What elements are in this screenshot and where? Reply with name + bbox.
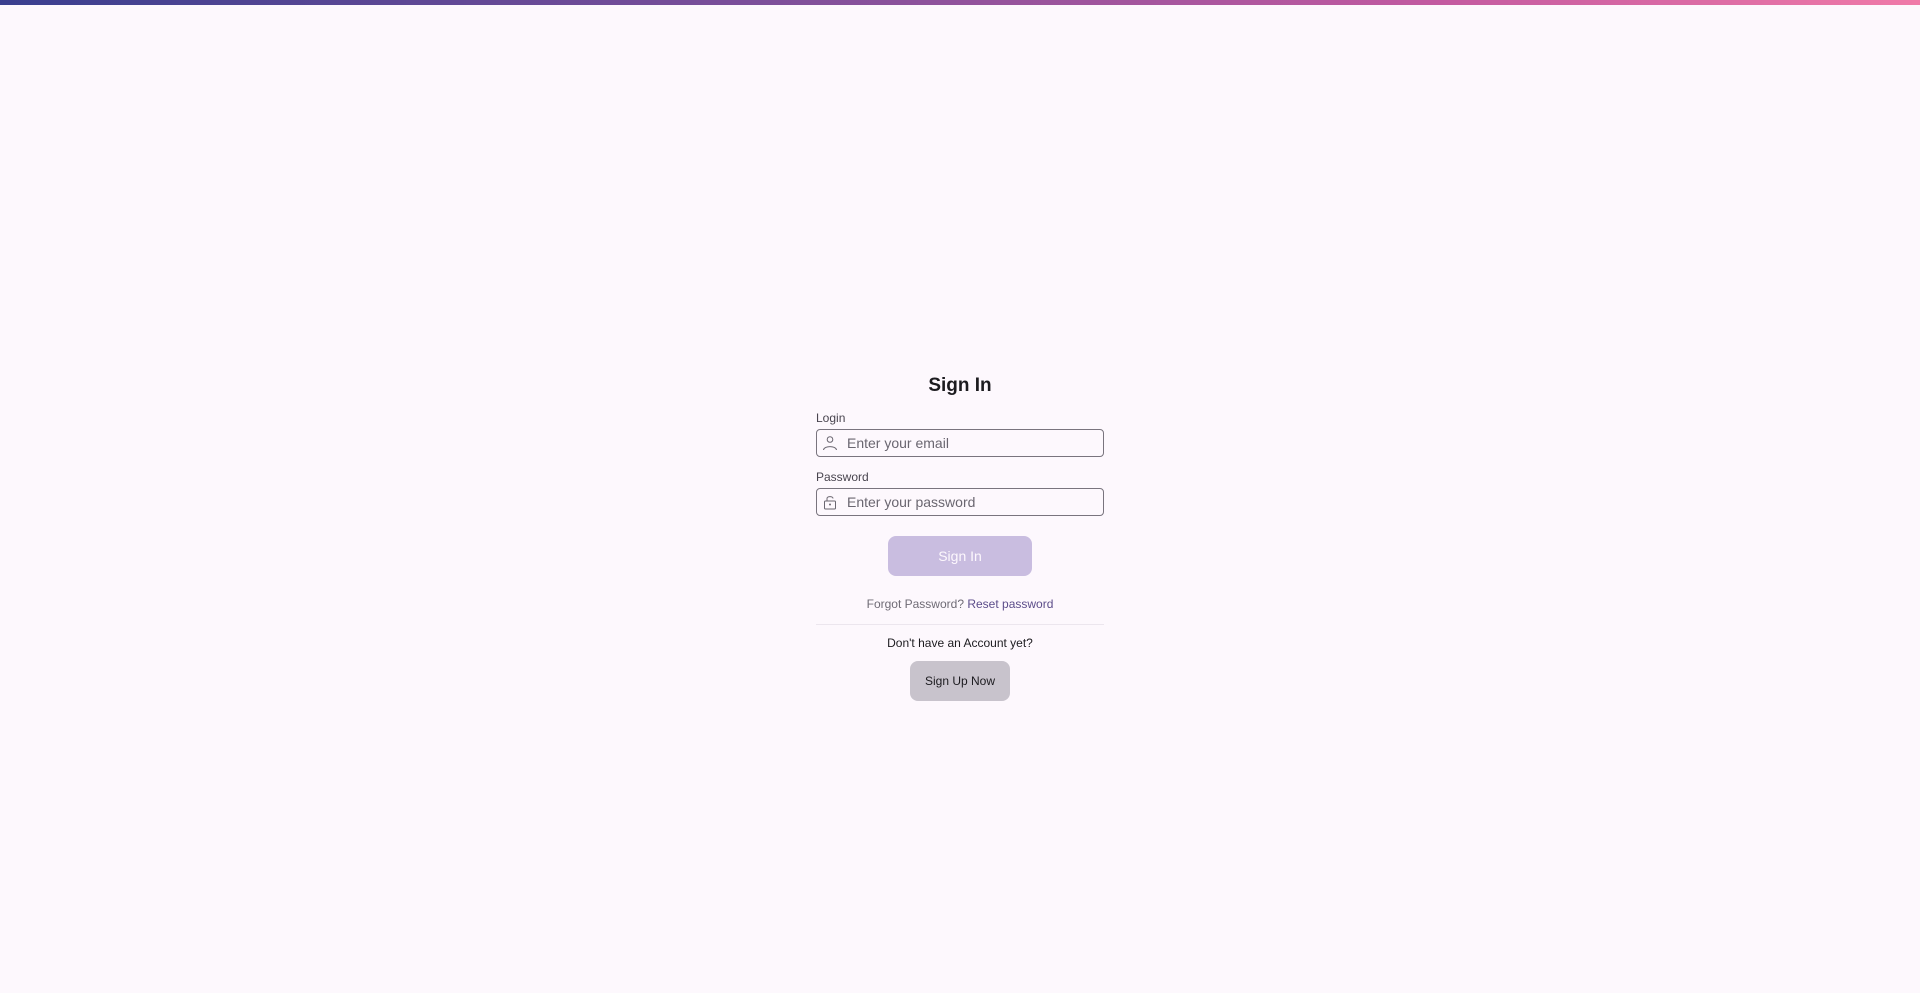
password-input-wrapper[interactable] bbox=[816, 488, 1104, 516]
sign-up-button[interactable]: Sign Up Now bbox=[910, 661, 1010, 701]
reset-password-link[interactable]: Reset password bbox=[967, 597, 1053, 611]
no-account-prompt: Don't have an Account yet? bbox=[887, 636, 1033, 650]
login-label: Login bbox=[816, 411, 846, 425]
top-accent-bar bbox=[0, 0, 1920, 5]
forgot-password-prompt: Forgot Password? bbox=[866, 597, 964, 611]
password-input[interactable] bbox=[847, 489, 1097, 515]
page-title: Sign In bbox=[928, 375, 992, 396]
divider bbox=[816, 624, 1104, 625]
login-email-input[interactable] bbox=[847, 430, 1097, 456]
sign-in-button[interactable]: Sign In bbox=[888, 536, 1032, 576]
user-icon bbox=[822, 435, 838, 451]
password-label: Password bbox=[816, 470, 869, 484]
login-input-wrapper[interactable] bbox=[816, 429, 1104, 457]
password-field-group: Password bbox=[816, 469, 1104, 516]
login-field-group: Login bbox=[816, 410, 1104, 457]
forgot-password-row: Forgot Password? Reset password bbox=[867, 596, 1054, 612]
lock-icon bbox=[822, 494, 838, 510]
sign-in-card: Sign In Login Password bbox=[816, 370, 1104, 701]
